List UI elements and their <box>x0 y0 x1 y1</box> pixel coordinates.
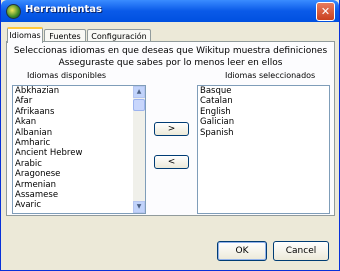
wikitup-icon <box>6 4 21 19</box>
list-item[interactable]: Amharic <box>13 138 145 148</box>
selected-languages-label: Idiomas seleccionados <box>225 71 316 80</box>
scroll-down-icon[interactable]: ▼ <box>133 201 145 213</box>
list-item[interactable]: Galician <box>198 117 329 127</box>
list-item[interactable]: Catalan <box>198 96 329 106</box>
list-item[interactable]: Avaric <box>13 200 145 210</box>
list-item[interactable]: Afar <box>13 96 145 106</box>
available-list-scrollbar[interactable]: ▲ ▼ <box>133 86 145 213</box>
list-item[interactable]: Ancient Hebrew <box>13 148 145 158</box>
list-item[interactable]: Arabic <box>13 159 145 169</box>
available-items: Abkhazian Afar Afrikaans Akan Albanian Amhari… <box>13 86 145 211</box>
instruction-text: Seleccionas idiomas en que deseas que Wi… <box>13 46 328 56</box>
list-item[interactable]: Aragonese <box>13 169 145 179</box>
window-title: Herramientas <box>25 4 102 15</box>
list-item[interactable]: Spanish <box>198 128 329 138</box>
available-languages-label: Idiomas disponibles <box>27 71 107 80</box>
list-item[interactable]: Armenian <box>13 180 145 190</box>
title-bar[interactable]: Herramientas ✕ <box>1 0 339 22</box>
idiomas-panel: Seleccionas idiomas en que deseas que Wi… <box>6 41 335 216</box>
available-languages-list[interactable]: Abkhazian Afar Afrikaans Akan Albanian Amhari… <box>12 85 146 214</box>
tools-dialog: Herramientas ✕ Idiomas Fuentes Configura… <box>0 0 340 271</box>
cancel-button[interactable]: Cancel <box>273 241 329 261</box>
selected-items: Basque Catalan English Galician Spanish <box>198 86 329 138</box>
close-button[interactable]: ✕ <box>316 2 335 21</box>
instruction-subtext: Asseguraste que sabes por lo menos leer … <box>58 58 283 68</box>
remove-language-button[interactable]: < <box>154 155 189 169</box>
list-item[interactable]: Akan <box>13 117 145 127</box>
tab-idiomas[interactable]: Idiomas <box>7 27 43 43</box>
selected-languages-list[interactable]: Basque Catalan English Galician Spanish <box>197 85 330 214</box>
scroll-thumb[interactable] <box>133 99 145 111</box>
scroll-up-icon[interactable]: ▲ <box>133 86 145 98</box>
list-item[interactable]: English <box>198 107 329 117</box>
list-item[interactable]: Assamese <box>13 190 145 200</box>
list-item[interactable]: Afrikaans <box>13 107 145 117</box>
add-language-button[interactable]: > <box>154 122 189 136</box>
list-item[interactable]: Albanian <box>13 128 145 138</box>
list-item[interactable]: Basque <box>198 86 329 96</box>
ok-button[interactable]: OK <box>217 241 267 261</box>
list-item[interactable]: Abkhazian <box>13 86 145 96</box>
